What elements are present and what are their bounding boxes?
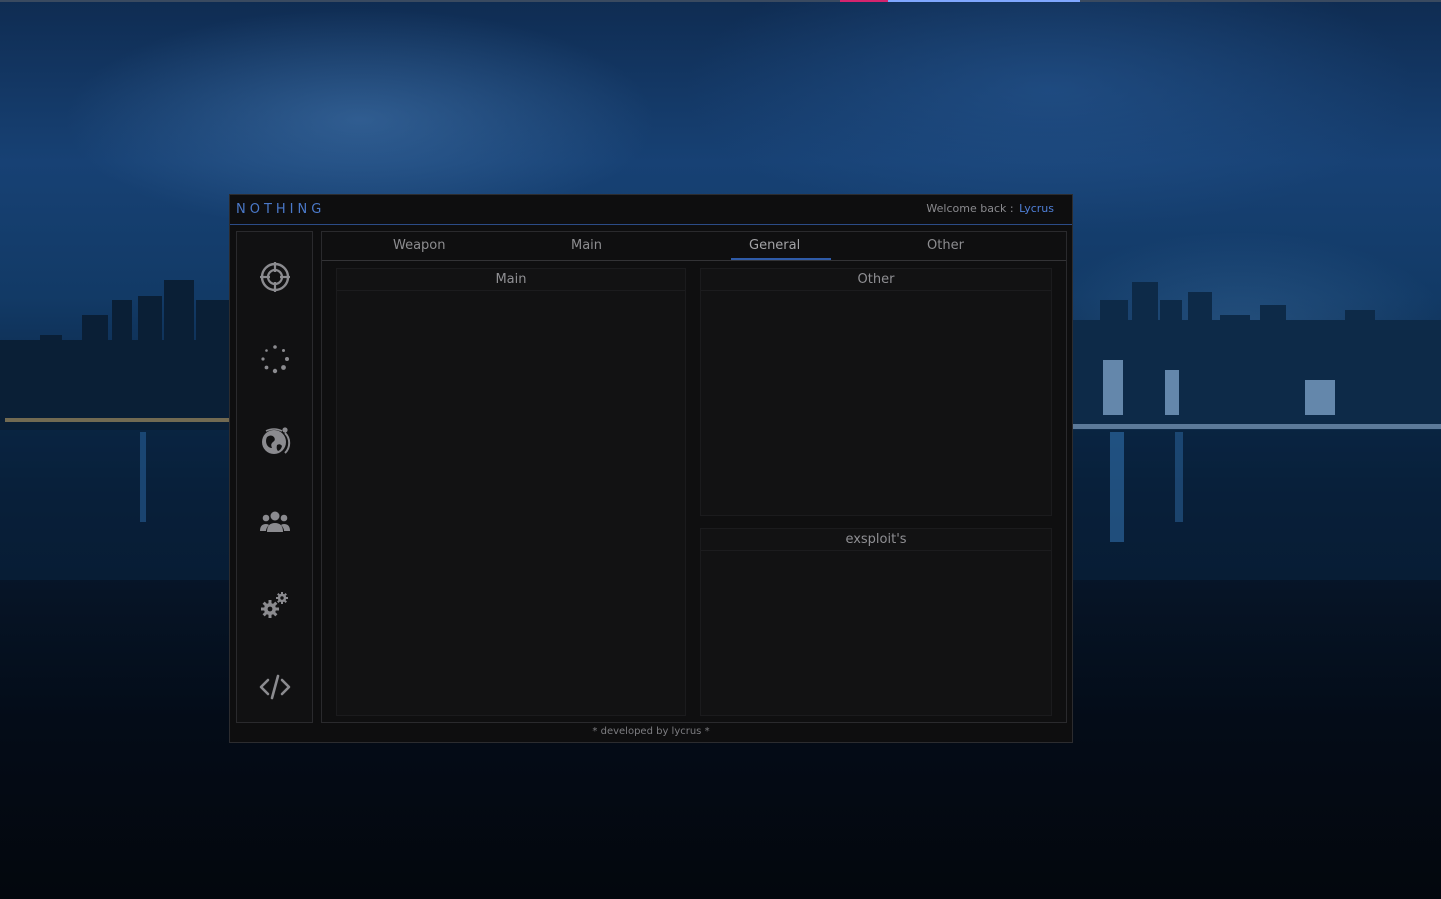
- sidebar-item-aim[interactable]: [256, 258, 294, 296]
- tab-main[interactable]: Main: [571, 238, 602, 253]
- sidebar-item-players[interactable]: [256, 504, 294, 542]
- tab-general[interactable]: General: [749, 238, 800, 253]
- globe-icon: [262, 427, 291, 454]
- main-panel: Main: [336, 268, 686, 716]
- window-titlebar[interactable]: NOTHING Welcome back : Lycrus: [230, 195, 1072, 225]
- content-area: Weapon Main General Other Main Other exs…: [321, 231, 1067, 723]
- main-panel-title: Main: [337, 269, 685, 291]
- exploits-panel: exsploit's: [700, 528, 1052, 716]
- other-panel-title: Other: [701, 269, 1051, 291]
- username: Lycrus: [1019, 202, 1054, 215]
- users-icon: [260, 511, 290, 532]
- tab-other[interactable]: Other: [927, 238, 964, 253]
- gears-icon: [261, 592, 288, 618]
- welcome-label: Welcome back :: [926, 202, 1014, 215]
- sidebar-item-visuals[interactable]: [256, 340, 294, 378]
- active-tab-indicator: [731, 258, 831, 260]
- crosshair-icon: [260, 262, 290, 292]
- sidebar: [236, 231, 313, 723]
- welcome-message: Welcome back : Lycrus: [926, 202, 1054, 215]
- sidebar-item-scripts[interactable]: [256, 668, 294, 706]
- footer-credit: * developed by lycrus *: [592, 726, 710, 737]
- sidebar-item-settings[interactable]: [256, 586, 294, 624]
- app-title: NOTHING: [236, 202, 326, 217]
- sidebar-item-world[interactable]: [256, 422, 294, 460]
- tab-weapon[interactable]: Weapon: [393, 238, 446, 253]
- top-progress-line: [0, 0, 1441, 2]
- tab-bar: Weapon Main General Other: [322, 232, 1066, 261]
- exploits-panel-title: exsploit's: [701, 529, 1051, 551]
- spinner-icon: [261, 345, 289, 374]
- other-panel: Other: [700, 268, 1052, 516]
- cheat-menu-window: NOTHING Welcome back : Lycrus Weapon Mai…: [229, 194, 1073, 743]
- code-icon: [259, 674, 291, 700]
